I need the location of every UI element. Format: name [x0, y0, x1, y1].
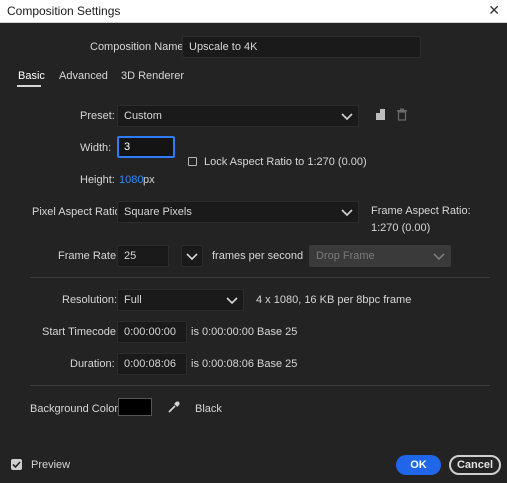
width-value: 3	[124, 141, 131, 153]
duration-value: 0:00:08:06	[124, 358, 176, 370]
frame-rate-value: 25	[124, 250, 137, 262]
window-title: Composition Settings	[7, 4, 121, 18]
height-unit: px	[143, 174, 155, 186]
chevron-down-icon	[433, 253, 445, 261]
start-timecode-info: is 0:00:00:00 Base 25	[191, 326, 298, 338]
height-label: Height:	[80, 174, 115, 186]
background-color-label: Background Color:	[30, 403, 122, 415]
background-color-swatch[interactable]	[118, 398, 152, 416]
frame-rate-label: Frame Rate:	[58, 250, 120, 262]
composition-name-value: Upscale to 4K	[189, 41, 258, 53]
height-value[interactable]: 1080	[119, 174, 143, 186]
preview-checkbox[interactable]	[11, 459, 22, 470]
pixel-aspect-value: Square Pixels	[124, 206, 192, 218]
frame-aspect-value: 1:270 (0.00)	[371, 222, 431, 234]
cancel-button[interactable]: Cancel	[449, 455, 501, 475]
background-color-name: Black	[195, 403, 222, 415]
chevron-down-icon	[186, 253, 198, 261]
pixel-aspect-label: Pixel Aspect Ratio:	[32, 206, 124, 218]
lock-aspect-checkbox[interactable]	[188, 157, 197, 166]
chevron-down-icon	[341, 113, 353, 121]
trash-icon[interactable]	[396, 108, 408, 121]
preview-label: Preview	[31, 459, 71, 471]
frame-rate-preset-dropdown[interactable]	[181, 245, 203, 267]
duration-input[interactable]: 0:00:08:06	[117, 353, 187, 375]
duration-info: is 0:00:08:06 Base 25	[191, 358, 298, 370]
composition-name-input[interactable]: Upscale to 4K	[182, 36, 421, 58]
title-bar: Composition Settings ✕	[0, 0, 507, 23]
section-divider	[30, 277, 490, 278]
chevron-down-icon	[341, 209, 353, 217]
frame-rate-unit: frames per second	[212, 250, 304, 262]
preset-dropdown[interactable]: Custom	[117, 105, 359, 127]
chevron-down-icon	[226, 297, 238, 305]
tab-advanced[interactable]: Advanced	[59, 70, 108, 82]
resolution-value: Full	[124, 294, 142, 306]
resolution-info: 4 x 1080, 16 KB per 8bpc frame	[256, 294, 412, 306]
frame-rate-input[interactable]: 25	[117, 245, 169, 267]
resolution-dropdown[interactable]: Full	[117, 289, 244, 311]
checkmark-icon	[12, 461, 21, 469]
preset-value: Custom	[124, 110, 162, 122]
start-timecode-label: Start Timecode:	[42, 326, 120, 338]
save-preset-icon[interactable]	[375, 108, 387, 121]
lock-aspect-label: Lock Aspect Ratio to 1:270 (0.00)	[204, 156, 367, 168]
width-label: Width:	[80, 142, 112, 154]
drop-frame-value: Drop Frame	[316, 250, 375, 262]
start-timecode-value: 0:00:00:00	[124, 326, 176, 338]
preset-label: Preset:	[80, 110, 115, 122]
ok-button[interactable]: OK	[396, 455, 441, 475]
tab-3d-renderer[interactable]: 3D Renderer	[121, 70, 184, 82]
eyedropper-icon[interactable]	[167, 400, 181, 414]
width-input[interactable]: 3	[117, 136, 175, 158]
duration-label: Duration:	[70, 358, 115, 370]
composition-name-label: Composition Name:	[90, 41, 187, 53]
frame-aspect-label: Frame Aspect Ratio:	[371, 205, 471, 217]
start-timecode-input[interactable]: 0:00:00:00	[117, 321, 187, 343]
pixel-aspect-dropdown[interactable]: Square Pixels	[117, 201, 359, 223]
tab-basic[interactable]: Basic	[18, 70, 45, 82]
resolution-label: Resolution:	[62, 294, 118, 306]
close-icon[interactable]: ✕	[488, 2, 500, 19]
section-divider	[30, 385, 490, 386]
active-tab-indicator	[17, 85, 41, 87]
drop-frame-dropdown: Drop Frame	[309, 245, 451, 267]
